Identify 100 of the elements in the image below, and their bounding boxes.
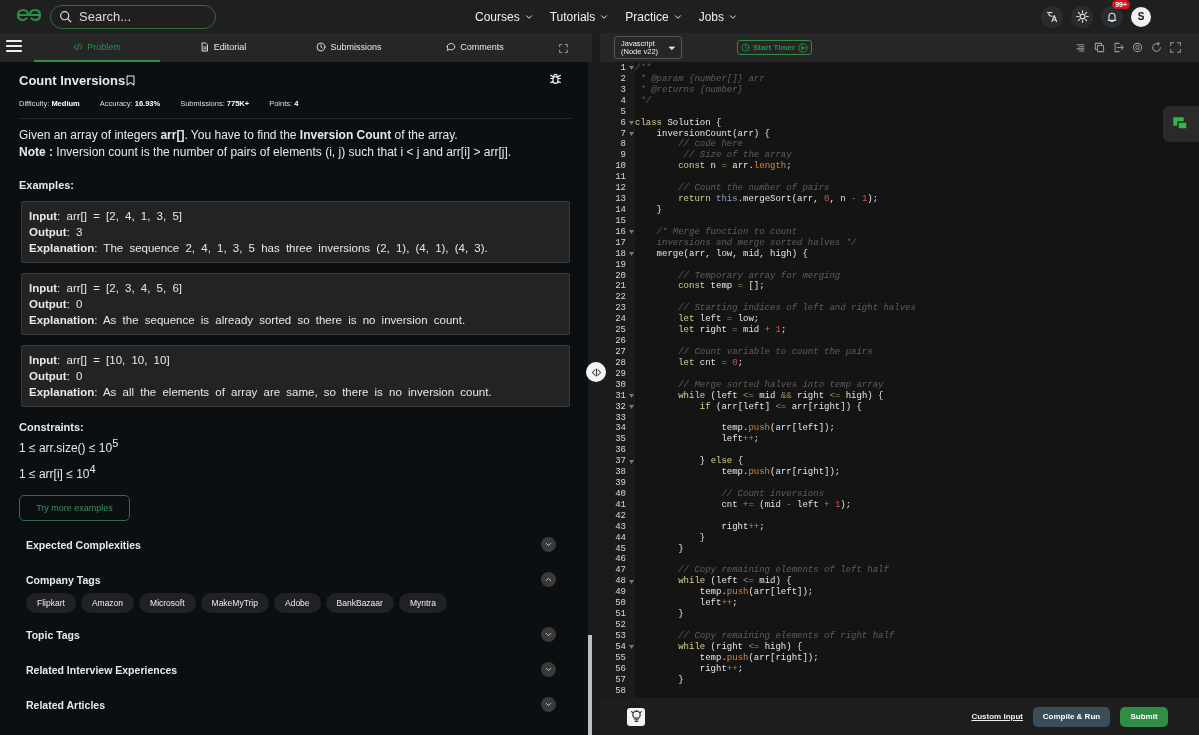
- fold-caret-icon[interactable]: [628, 405, 634, 410]
- line-number: 20: [615, 270, 627, 282]
- line-number: 53: [615, 630, 627, 642]
- company-tag[interactable]: Myntra: [398, 593, 447, 613]
- fold-caret-icon[interactable]: [628, 394, 634, 399]
- code-line: * @returns {number}: [639, 84, 744, 95]
- example-text: Explanation: The sequence 2, 4, 1, 3, 5 has three inversions (2, 1), (4, 1), (4, 3).: [29, 241, 489, 256]
- copy-icon[interactable]: [1094, 42, 1105, 53]
- code-line: temp.push(arr[left]);: [720, 423, 835, 434]
- section-title[interactable]: Company Tags: [26, 573, 101, 586]
- fold-caret-icon[interactable]: [628, 645, 634, 650]
- bug-icon[interactable]: [549, 72, 562, 85]
- company-tag[interactable]: Adobe: [274, 593, 321, 613]
- import-icon[interactable]: [1113, 42, 1124, 53]
- submit-button[interactable]: Submit: [1120, 706, 1168, 727]
- line-number: 46: [615, 554, 627, 566]
- menu-icon[interactable]: [6, 38, 22, 53]
- try-more-button[interactable]: Try more examples: [19, 495, 130, 521]
- notifications-button[interactable]: [1101, 5, 1123, 28]
- code-line: temp.push(arr[right]);: [720, 467, 841, 478]
- section-heading: Examples:: [19, 179, 76, 191]
- example-text: Output: 0: [29, 369, 84, 384]
- doc-icon: [199, 41, 210, 52]
- code-line: while (left <= mid) {: [677, 576, 792, 587]
- compile-run-button[interactable]: Compile & Run: [1033, 706, 1110, 727]
- company-tag[interactable]: BankBazaar: [325, 593, 394, 613]
- company-tag[interactable]: MakeMyTrip: [200, 593, 269, 613]
- company-tag[interactable]: Microsoft: [139, 593, 196, 613]
- line-number: 25: [615, 325, 627, 337]
- fold-caret-icon[interactable]: [628, 230, 634, 235]
- chevron-down-icon[interactable]: [541, 662, 556, 677]
- example-text: Output: 3: [29, 225, 84, 240]
- code-line: */: [639, 95, 652, 106]
- format-icon[interactable]: [1075, 42, 1086, 53]
- hint-button[interactable]: [627, 707, 645, 726]
- bookmark-icon[interactable]: [125, 73, 137, 87]
- code-line: /**: [635, 63, 652, 73]
- chevron-down-icon[interactable]: [541, 627, 556, 642]
- line-number: 24: [615, 314, 627, 326]
- fold-caret-icon[interactable]: [628, 252, 634, 257]
- code-line: right++;: [698, 663, 744, 674]
- nav-menu[interactable]: Courses: [475, 9, 534, 24]
- line-number: 56: [615, 663, 627, 675]
- line-number: 16: [615, 226, 627, 238]
- reset-icon[interactable]: [1151, 42, 1162, 53]
- code-line: }: [698, 532, 706, 543]
- line-number: 47: [615, 565, 627, 577]
- code-icon: [73, 41, 84, 52]
- line-number: 45: [615, 543, 627, 555]
- section-title[interactable]: Topic Tags: [26, 628, 80, 641]
- line-number: 11: [615, 172, 627, 184]
- fold-caret-icon[interactable]: [628, 121, 634, 126]
- tab[interactable]: Comments: [412, 33, 538, 62]
- chevron-up-icon[interactable]: [541, 572, 556, 587]
- nav-menu[interactable]: Jobs: [698, 9, 738, 24]
- fold-caret-icon[interactable]: [628, 459, 634, 464]
- avatar[interactable]: S: [1131, 6, 1151, 27]
- section-title[interactable]: Expected Complexities: [26, 538, 141, 551]
- tab[interactable]: Editorial: [160, 33, 286, 62]
- custom-input-link[interactable]: Custom Input: [971, 712, 1023, 721]
- chat-button[interactable]: [1163, 106, 1199, 142]
- nav-menu[interactable]: Tutorials: [549, 9, 610, 24]
- line-number: 39: [615, 478, 627, 489]
- fold-caret-icon[interactable]: [628, 132, 634, 136]
- tab[interactable]: Submissions: [286, 33, 412, 62]
- line-number: 31: [615, 390, 627, 402]
- search-icon: [59, 9, 72, 23]
- chevron-down-icon[interactable]: [541, 537, 556, 552]
- code-line: inversionCount(arr) {: [655, 128, 771, 139]
- fullscreen-icon[interactable]: [1170, 42, 1181, 53]
- section-title[interactable]: Related Articles: [26, 698, 105, 711]
- search-field[interactable]: Search...: [50, 4, 216, 29]
- line-number: 10: [615, 161, 627, 173]
- code-line: // Copy remaining elements of left half: [677, 565, 889, 576]
- line-number: 2: [620, 73, 627, 85]
- line-number: 4: [620, 95, 627, 107]
- bell-icon: [1106, 10, 1118, 23]
- code-line: const n = arr.length;: [677, 161, 792, 172]
- code-line: while (left <= mid && right <= high) {: [677, 390, 884, 401]
- company-tag[interactable]: Flipkart: [26, 593, 76, 613]
- description-text: Given an array of integers arr[]. You have to find the Inversion Count of the array.: [19, 127, 459, 144]
- example-text: Input: arr[] = [2, 4, 1, 3, 5]: [29, 209, 183, 224]
- section-title[interactable]: Related Interview Experiences: [26, 663, 178, 676]
- chevron-down-icon[interactable]: [541, 697, 556, 712]
- code-line: // code here: [677, 139, 744, 150]
- settings-icon[interactable]: [1132, 42, 1143, 53]
- code-line: // Merge sorted halves into temp array: [677, 379, 884, 390]
- fold-caret-icon[interactable]: [628, 579, 634, 584]
- fullscreen-icon[interactable]: [559, 43, 568, 53]
- theme-button[interactable]: [1071, 5, 1093, 28]
- code-line: inversions and merge sorted halves */: [655, 237, 857, 248]
- start-timer-button[interactable]: Start Timer: [737, 40, 813, 55]
- line-number: 52: [615, 620, 627, 631]
- line-number: 30: [615, 379, 627, 391]
- company-tag[interactable]: Amazon: [80, 593, 135, 613]
- translate-button[interactable]: [1041, 5, 1063, 28]
- line-number: 6: [620, 117, 627, 129]
- nav-menu[interactable]: Practice: [625, 9, 683, 24]
- line-number: 22: [615, 292, 627, 304]
- fold-caret-icon[interactable]: [628, 66, 634, 71]
